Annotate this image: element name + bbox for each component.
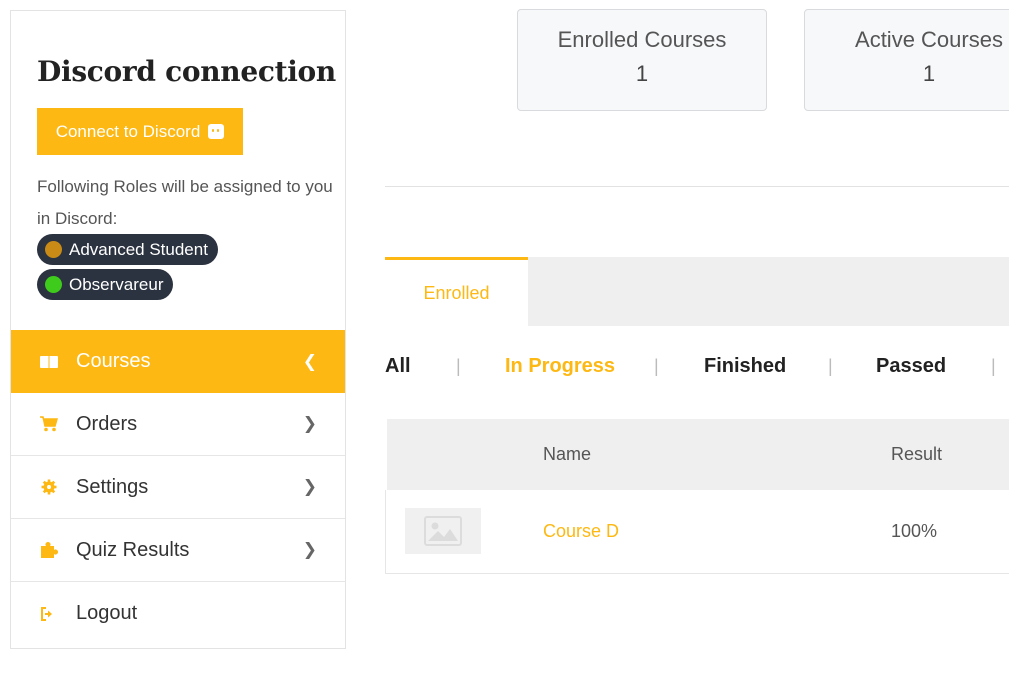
role-color-dot <box>45 241 62 258</box>
sidebar: Discord connection Connect to Discord Fo… <box>10 10 346 649</box>
role-badge-observareur: Observareur <box>37 269 174 300</box>
discord-connection-title: Discord connection <box>37 55 336 88</box>
tab-enrolled[interactable]: Enrolled <box>385 257 528 326</box>
nav-item-logout[interactable]: Logout <box>11 582 345 645</box>
nav-label: Quiz Results <box>76 538 190 561</box>
filter-finished[interactable]: Finished <box>704 355 786 378</box>
role-badge-advanced-student: Advanced Student <box>37 234 218 265</box>
nav-label: Orders <box>76 412 138 435</box>
stat-title: Enrolled Courses <box>557 27 727 52</box>
table-row: Course D 100% <box>385 490 1009 574</box>
filter-separator: | <box>991 356 996 376</box>
filter-separator: | <box>456 356 461 376</box>
puzzle-icon <box>39 541 59 559</box>
account-nav: Courses ❮ Orders ❯ Settings ❯ Quiz Resul… <box>11 330 345 645</box>
stat-title: Active Courses <box>855 27 1003 52</box>
nav-label: Courses <box>76 350 151 372</box>
filter-in-progress[interactable]: In Progress <box>505 355 615 378</box>
book-icon <box>39 355 59 369</box>
nav-label: Settings <box>76 475 149 498</box>
nav-item-quiz-results[interactable]: Quiz Results ❯ <box>11 519 345 582</box>
connect-discord-label: Connect to Discord <box>55 121 201 141</box>
cart-icon <box>39 416 59 432</box>
chevron-right-icon: ❯ <box>302 414 317 434</box>
gear-icon <box>39 479 59 495</box>
connect-discord-button[interactable]: Connect to Discord <box>37 108 243 155</box>
role-color-dot <box>45 276 62 293</box>
filter-all[interactable]: All <box>385 355 411 378</box>
divider <box>385 186 1009 187</box>
logout-icon <box>39 606 59 621</box>
filter-separator: | <box>828 356 833 376</box>
nav-item-settings[interactable]: Settings ❯ <box>11 456 345 519</box>
filter-separator: | <box>654 356 659 376</box>
column-header-name: Name <box>543 444 592 464</box>
image-placeholder-icon[interactable] <box>405 508 481 554</box>
chevron-right-icon: ❯ <box>302 540 317 560</box>
stat-card-active-courses: Active Courses 1 <box>804 9 1009 111</box>
table-header: Name Result <box>387 419 1009 490</box>
discord-icon <box>208 124 225 139</box>
course-result: 100% <box>891 521 938 541</box>
role-label: Observareur <box>69 274 164 294</box>
stat-value: 1 <box>922 61 936 86</box>
course-tabs: Enrolled <box>385 257 1009 326</box>
chevron-right-icon: ❯ <box>302 477 317 497</box>
nav-item-courses[interactable]: Courses ❮ <box>11 330 345 393</box>
chevron-left-icon: ❮ <box>302 351 317 372</box>
nav-label: Logout <box>76 602 138 624</box>
course-name-link[interactable]: Course D <box>543 521 619 542</box>
stat-card-enrolled-courses: Enrolled Courses 1 <box>517 9 767 111</box>
nav-item-orders[interactable]: Orders ❯ <box>11 393 345 456</box>
role-label: Advanced Student <box>69 239 208 259</box>
filter-passed[interactable]: Passed <box>876 355 946 378</box>
roles-description: Following Roles will be assigned to you … <box>37 177 333 228</box>
stat-value: 1 <box>635 61 649 86</box>
column-header-result: Result <box>891 444 943 464</box>
